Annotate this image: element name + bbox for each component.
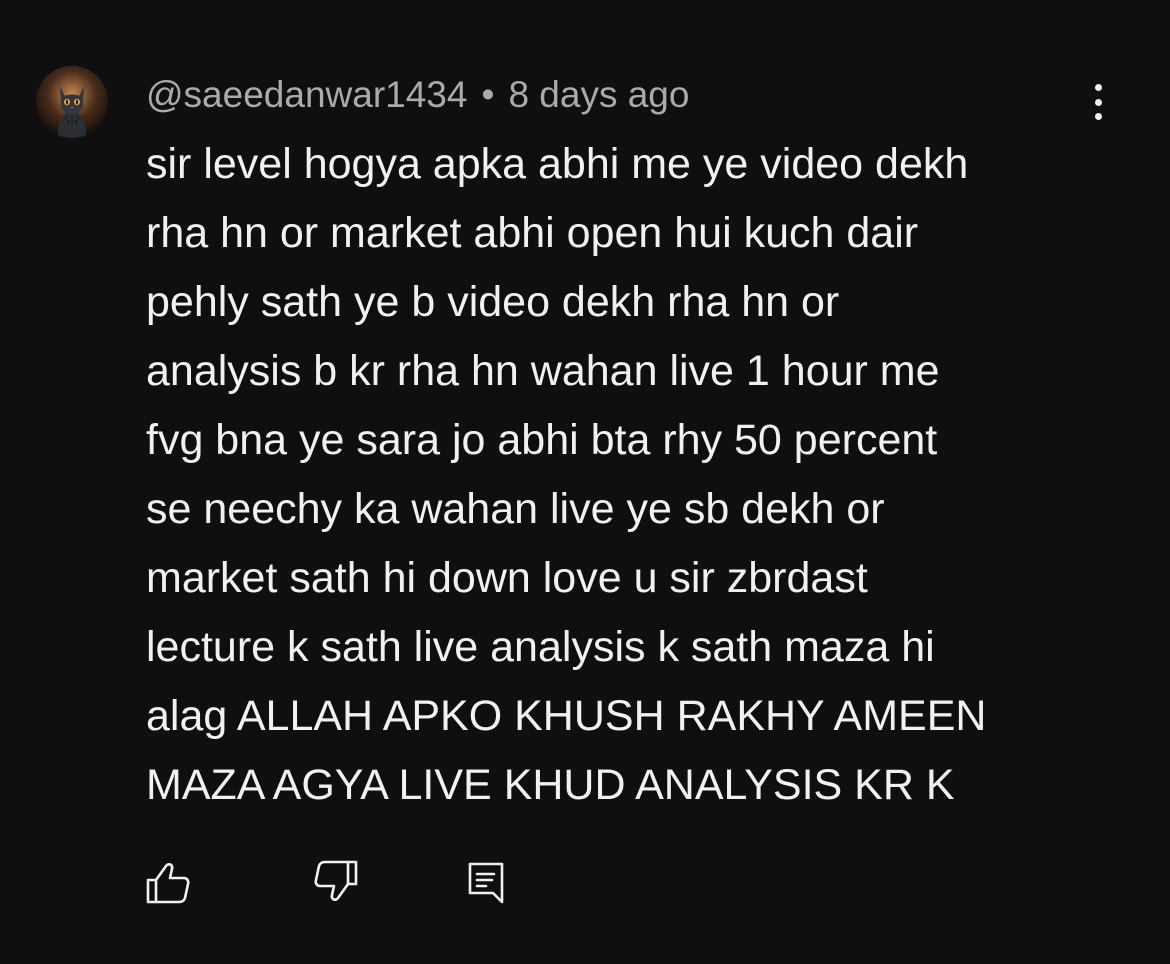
comment-text-line: lecture k sath live analysis k sath maza… (146, 623, 935, 671)
comment-text-line: fvg bna ye sara jo abhi bta rhy 50 perce… (146, 416, 938, 464)
comment-action-bar (0, 850, 1170, 910)
comment-text-line: se neechy ka wahan live ye sb dekh or (146, 485, 885, 533)
comment-text: sir level hogya apka abhi me ye video de… (146, 130, 1106, 820)
comment-text-line: rha hn or market abhi open hui kuch dair (146, 209, 919, 257)
comment-thread-item: @saeedanwar1434 • 8 days ago sir level h… (0, 0, 1170, 964)
author-handle[interactable]: @saeedanwar1434 (146, 74, 467, 116)
comment-header: @saeedanwar1434 • 8 days ago (146, 72, 689, 118)
comment-text-line: MAZA AGYA LIVE KHUD ANALYSIS KR K (146, 761, 955, 809)
comment-text-line: pehly sath ye b video dekh rha hn or (146, 278, 840, 326)
comment-timestamp[interactable]: 8 days ago (508, 74, 689, 116)
thumbs-up-icon (146, 863, 190, 904)
comment-text-line: market sath hi down love u sir zbrdast (146, 554, 868, 602)
reply-button[interactable] (462, 858, 510, 906)
comment-text-line: analysis b kr rha hn wahan live 1 hour m… (146, 347, 940, 395)
more-vertical-icon-dot (1094, 98, 1102, 106)
reply-comment-icon (468, 862, 504, 904)
more-vertical-icon-dot (1094, 84, 1102, 91)
dislike-button[interactable] (312, 858, 360, 906)
cat-avatar-icon (36, 66, 108, 138)
more-options-button[interactable] (1080, 80, 1116, 124)
avatar[interactable] (36, 66, 108, 138)
meta-separator: • (481, 74, 495, 115)
comment-text-line: alag ALLAH APKO KHUSH RAKHY AMEEN (146, 692, 987, 740)
like-button[interactable] (144, 858, 192, 906)
more-vertical-icon-dot (1094, 113, 1102, 120)
comment-text-line: sir level hogya apka abhi me ye video de… (146, 140, 969, 188)
thumbs-down-icon (314, 860, 358, 901)
